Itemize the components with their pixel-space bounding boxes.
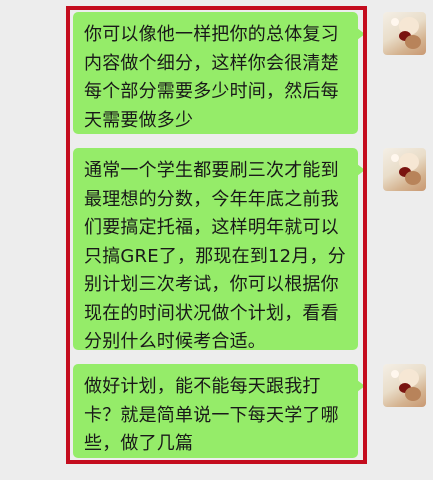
message-text: 做好计划，能不能每天跟我打卡？就是简单说一下每天学了哪些，做了几篇 (84, 376, 339, 454)
message-text: 通常一个学生都要刷三次才能到最理想的分数，今年年底之前我们要搞定托福，这样明年就… (84, 160, 346, 352)
avatar[interactable] (383, 12, 426, 55)
message-bubble[interactable]: 做好计划，能不能每天跟我打卡？就是简单说一下每天学了哪些，做了几篇 (73, 364, 365, 458)
message-text: 你可以像他一样把你的总体复习内容做个细分，这样你会很清楚每个部分需要多少时间，然… (84, 24, 339, 131)
avatar[interactable] (383, 364, 426, 407)
chat-area: 你可以像他一样把你的总体复习内容做个细分，这样你会很清楚每个部分需要多少时间，然… (0, 0, 433, 480)
avatar[interactable] (383, 148, 426, 191)
bottom-edge (0, 466, 433, 480)
message-bubble[interactable]: 通常一个学生都要刷三次才能到最理想的分数，今年年底之前我们要搞定托福，这样明年就… (73, 148, 365, 352)
message-bubble[interactable]: 你可以像他一样把你的总体复习内容做个细分，这样你会很清楚每个部分需要多少时间，然… (73, 12, 365, 134)
